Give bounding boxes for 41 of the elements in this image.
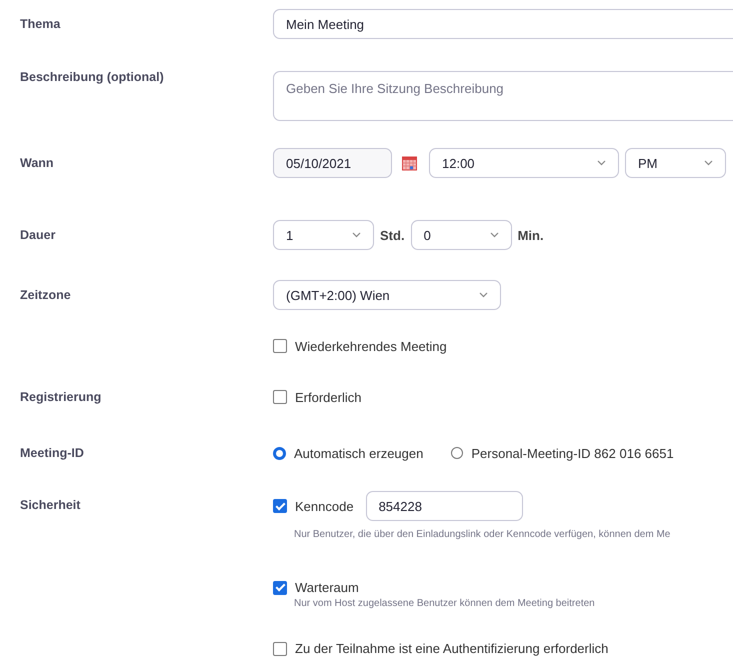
field-label: Meeting-ID bbox=[20, 446, 84, 460]
dropdown[interactable]: 0 bbox=[410, 220, 512, 250]
field-label: Registrierung bbox=[20, 390, 102, 404]
checkbox[interactable] bbox=[273, 390, 287, 404]
dropdown[interactable]: (GMT+2:00) Wien bbox=[273, 280, 501, 310]
field-label: Dauer bbox=[20, 228, 56, 242]
chevron-down-icon bbox=[597, 160, 606, 166]
option-label: Zu der Teilnahme ist eine Authentifizierung erforderlich bbox=[295, 641, 608, 656]
chevron-down-icon bbox=[479, 292, 488, 298]
option-label: Erforderlich bbox=[295, 390, 362, 404]
checkbox[interactable] bbox=[273, 642, 287, 656]
field-label: Beschreibung (optional) bbox=[20, 70, 164, 84]
option-label: Kenncode bbox=[295, 498, 354, 514]
option-label: Warteraum bbox=[295, 580, 359, 595]
radio-button[interactable] bbox=[273, 446, 286, 460]
unit-label: Min. bbox=[518, 228, 544, 242]
chevron-down-icon bbox=[490, 232, 499, 238]
unit-label: Std. bbox=[380, 228, 405, 242]
passcode-field[interactable]: 854228 bbox=[366, 491, 523, 521]
field-label: Sicherheit bbox=[20, 498, 80, 512]
text-field[interactable]: Mein Meeting bbox=[273, 9, 733, 39]
option-label: Wiederkehrendes Meeting bbox=[295, 338, 447, 354]
description-field[interactable]: Geben Sie Ihre Sitzung Beschreibung bbox=[273, 70, 733, 120]
radio-button[interactable] bbox=[451, 447, 464, 459]
chevron-down-icon bbox=[704, 160, 713, 166]
hint-text: Nur Benutzer, die über den Einladungslink oder Kenncode verfügen, können dem Me bbox=[294, 529, 670, 540]
checkbox[interactable] bbox=[273, 339, 287, 353]
option-label: Automatisch erzeugen bbox=[294, 446, 424, 460]
calendar-icon[interactable] bbox=[402, 156, 417, 170]
field-label: Thema bbox=[20, 17, 60, 31]
field-label: Wann bbox=[20, 156, 54, 170]
hint-text: Nur vom Host zugelassene Benutzer können dem Meeting beitreten bbox=[294, 598, 595, 609]
checkbox[interactable] bbox=[273, 580, 287, 594]
dropdown[interactable]: 1 bbox=[273, 220, 374, 250]
chevron-down-icon bbox=[352, 232, 361, 238]
dropdown[interactable]: PM bbox=[625, 148, 726, 178]
option-label: Personal-Meeting-ID 862 016 6651 bbox=[471, 446, 674, 460]
checkbox[interactable] bbox=[273, 499, 287, 513]
dropdown[interactable]: 12:00 bbox=[429, 148, 619, 178]
field-label: Zeitzone bbox=[20, 288, 71, 302]
date-field[interactable]: 05/10/2021 bbox=[273, 148, 392, 178]
